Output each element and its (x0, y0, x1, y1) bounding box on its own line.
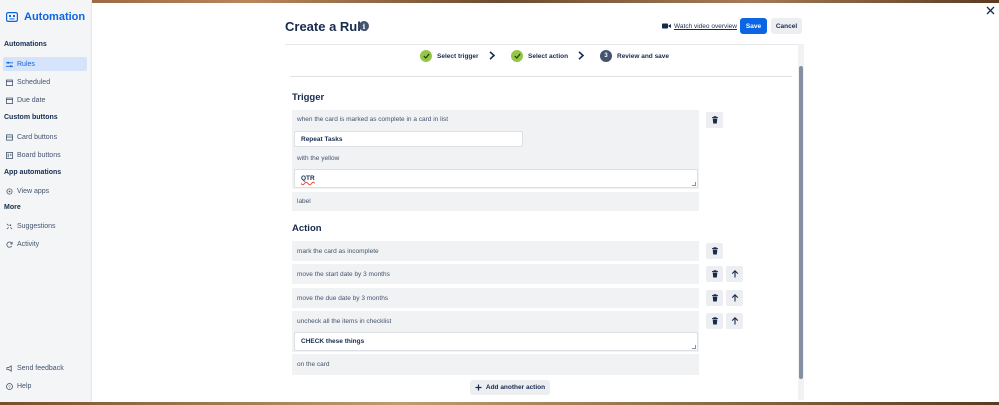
move-up-button[interactable] (726, 313, 743, 329)
arrow-up-icon (731, 317, 738, 325)
svg-text:?: ? (8, 384, 11, 389)
video-camera-icon (662, 23, 671, 29)
sidebar-item-view-apps[interactable]: View apps (3, 184, 87, 198)
delete-action-button[interactable] (706, 290, 723, 306)
check-icon (511, 50, 523, 62)
action-item-suffix: on the card (292, 354, 699, 375)
sidebar-item-activity[interactable]: Activity (3, 237, 87, 251)
trigger-line-3: label (292, 192, 699, 211)
close-button[interactable] (984, 4, 996, 16)
check-icon (420, 50, 432, 62)
sidebar-item-label: Due date (17, 96, 46, 104)
delete-action-button[interactable] (706, 243, 723, 259)
trash-icon (711, 270, 718, 278)
video-link-label: Watch video overview (674, 22, 737, 30)
action-item: move the start date by 3 months (292, 264, 699, 284)
plus-icon (475, 384, 482, 391)
action-heading: Action (292, 223, 322, 234)
checklist-name-field[interactable]: CHECK these things (294, 332, 698, 351)
card-icon (6, 133, 13, 141)
step-select-action: Select action (511, 49, 568, 63)
sidebar-item-label: Activity (17, 240, 40, 248)
sidebar-item-due-date[interactable]: Due date (3, 93, 87, 107)
section-custom-buttons: Custom buttons (4, 114, 58, 121)
sidebar-item-label: Send feedback (17, 364, 64, 372)
step-label: Select action (528, 52, 569, 60)
calendar-icon (6, 97, 13, 104)
sidebar-item-label: Help (17, 382, 32, 390)
backdrop-strip-top (0, 0, 999, 3)
sidebar-item-card-buttons[interactable]: Card buttons (3, 130, 87, 144)
label-value: QTR (301, 175, 315, 182)
sidebar-item-suggestions[interactable]: Suggestions (3, 219, 87, 233)
action-item: move the due date by 3 months (292, 288, 699, 308)
delete-trigger-button[interactable] (706, 112, 723, 128)
list-name-field[interactable]: Repeat Tasks (294, 131, 523, 147)
trigger-line-2: with the yellow (292, 149, 699, 167)
sidebar-item-label: Card buttons (17, 133, 58, 141)
label-name-field[interactable]: QTR (294, 169, 698, 188)
add-action-button[interactable]: Add another action (470, 380, 550, 395)
trash-icon (711, 116, 718, 124)
sliders-icon (6, 61, 13, 67)
delete-action-button[interactable] (706, 313, 723, 329)
refresh-icon (6, 241, 13, 248)
trigger-heading: Trigger (292, 92, 325, 103)
add-action-label: Add another action (485, 384, 546, 391)
sidebar-item-label: View apps (17, 187, 50, 195)
resize-handle[interactable] (692, 182, 696, 186)
brand: Automation (6, 10, 85, 24)
help-icon: ? (6, 382, 13, 390)
sidebar-item-board-buttons[interactable]: Board buttons (3, 148, 87, 162)
delete-action-button[interactable] (706, 266, 723, 282)
resize-handle[interactable] (692, 345, 696, 349)
watch-video-link[interactable]: Watch video overview (662, 21, 737, 31)
trigger-line-1: when the card is marked as complete in a… (292, 110, 699, 129)
apps-icon (6, 187, 13, 195)
step-select-trigger: Select trigger (420, 49, 479, 63)
chevron-right-icon (489, 51, 496, 60)
cancel-button[interactable]: Cancel (771, 18, 802, 34)
sidebar-item-help[interactable]: ? Help (3, 379, 87, 393)
divider (290, 76, 792, 77)
board-icon (6, 151, 13, 159)
sidebar-item-label: Board buttons (17, 151, 61, 159)
page-title: Create a Rule (285, 19, 369, 34)
step-label: Review and save (617, 52, 670, 60)
trash-icon (711, 317, 718, 325)
trash-icon (711, 294, 718, 302)
action-item: mark the card as incomplete (292, 241, 699, 261)
arrow-up-icon (731, 294, 738, 302)
save-button[interactable]: Save (740, 18, 767, 34)
section-app-automations: App automations (4, 169, 62, 176)
sidebar: Automation Automations Rules Scheduled D… (0, 0, 92, 405)
sidebar-item-label: Suggestions (17, 222, 56, 230)
info-icon[interactable]: i (359, 21, 369, 31)
sidebar-item-scheduled[interactable]: Scheduled (3, 75, 87, 89)
chevron-right-icon (578, 51, 585, 60)
step-label: Select trigger (437, 52, 479, 60)
sidebar-item-label: Scheduled (17, 78, 51, 86)
sparkle-icon (6, 223, 13, 229)
move-up-button[interactable] (726, 266, 743, 282)
scrollbar-thumb[interactable] (799, 66, 803, 379)
checklist-value: CHECK these things (301, 338, 365, 345)
move-up-button[interactable] (726, 290, 743, 306)
section-automations: Automations (4, 41, 47, 48)
action-item: uncheck all the items in checklist (292, 311, 699, 331)
trash-icon (711, 247, 718, 255)
automation-icon (6, 12, 18, 22)
sidebar-item-rules[interactable]: Rules (3, 57, 87, 71)
brand-title: Automation (24, 11, 86, 23)
step-review-and-save: 3 Review and save (600, 49, 669, 63)
sidebar-item-send-feedback[interactable]: Send feedback (3, 361, 87, 375)
sidebar-item-label: Rules (17, 60, 35, 68)
megaphone-icon (6, 364, 12, 372)
arrow-up-icon (731, 270, 738, 278)
calendar-icon (6, 79, 13, 86)
close-icon (986, 6, 994, 14)
step-number: 3 (600, 50, 612, 62)
section-more: More (4, 204, 21, 211)
